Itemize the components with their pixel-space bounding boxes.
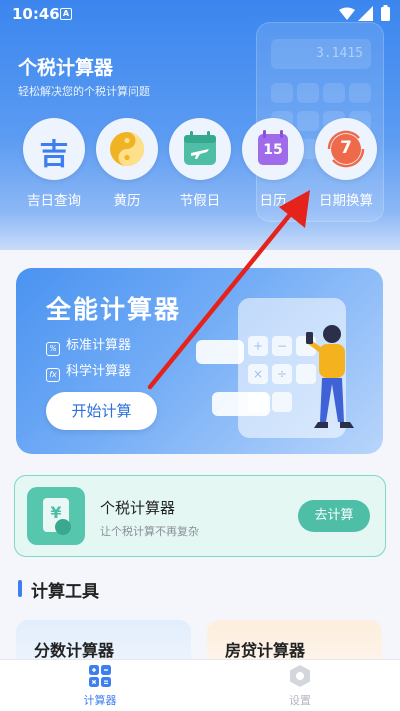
date-convert-icon: 7 [315,118,377,180]
percent-icon: % [46,342,60,356]
tax-card-title: 个税计算器 [100,499,176,517]
tax-calculator-card[interactable]: ¥ 个税计算器 让个税计算不再复杂 去计算 [14,475,386,557]
section-accent-bar [18,580,22,597]
quick-action-label: 黄历 [113,193,141,209]
quick-action-calendar[interactable]: 15 日历 [237,118,309,209]
function-icon: fx [46,368,60,382]
battery-icon [381,5,390,21]
tax-document-icon: ¥ [27,487,85,545]
all-in-one-calculator-card[interactable]: 全能计算器 % 标准计算器 fx 科学计算器 开始计算 + − × ÷ [16,268,383,454]
header-banner: 3.1415 10:46 A 个税计算器 轻松解决您的个税计算问题 吉 吉日查询… [0,0,400,250]
chat-bubble-illustration [212,392,270,416]
calculator-grid-icon [89,665,111,687]
quick-action-almanac[interactable]: 黄历 [91,118,163,209]
go-calculate-button[interactable]: 去计算 [298,500,370,532]
status-time: 10:46 [12,5,60,23]
notification-a-icon: A [60,8,72,20]
tax-card-subtitle: 让个税计算不再复杂 [100,525,199,538]
feature-standard-calculator: % 标准计算器 [46,334,131,356]
feature-scientific-calculator: fx 科学计算器 [46,360,131,382]
calendar-15-icon: 15 [242,118,304,180]
start-calculating-button[interactable]: 开始计算 [46,392,157,430]
tool-card-title: 房贷计算器 [225,641,306,660]
tool-card-title: 分数计算器 [34,641,115,660]
section-title: 计算工具 [31,582,99,602]
quick-action-label: 日历 [259,193,287,209]
quick-action-holidays[interactable]: 节假日 [164,118,236,209]
nav-settings[interactable]: 设置 [250,660,350,711]
yin-yang-icon [96,118,158,180]
person-illustration [306,325,354,428]
page-title: 个税计算器 [18,57,114,79]
wifi-icon [339,7,355,20]
quick-action-date-convert[interactable]: 7 日期换算 [310,118,382,209]
settings-hexagon-icon [290,665,310,687]
card-title: 全能计算器 [46,295,182,324]
nav-label: 计算器 [83,694,117,707]
quick-action-auspicious-day[interactable]: 吉 吉日查询 [18,118,90,209]
status-bar: 10:46 A [0,0,400,28]
signal-icon [358,6,373,21]
bottom-navigation: 计算器 设置 [0,659,400,711]
quick-action-label: 日期换算 [319,193,373,209]
quick-action-label: 节假日 [179,193,221,209]
chat-bubble-illustration [196,340,244,364]
page-subtitle: 轻松解决您的个税计算问题 [18,85,150,98]
decorative-calc-display: 3.1415 [271,39,371,69]
nav-calculator[interactable]: 计算器 [50,660,150,711]
nav-label: 设置 [289,694,311,707]
quick-action-label: 吉日查询 [27,193,81,209]
ji-character-icon: 吉 [23,118,85,180]
calendar-plane-icon [169,118,231,180]
